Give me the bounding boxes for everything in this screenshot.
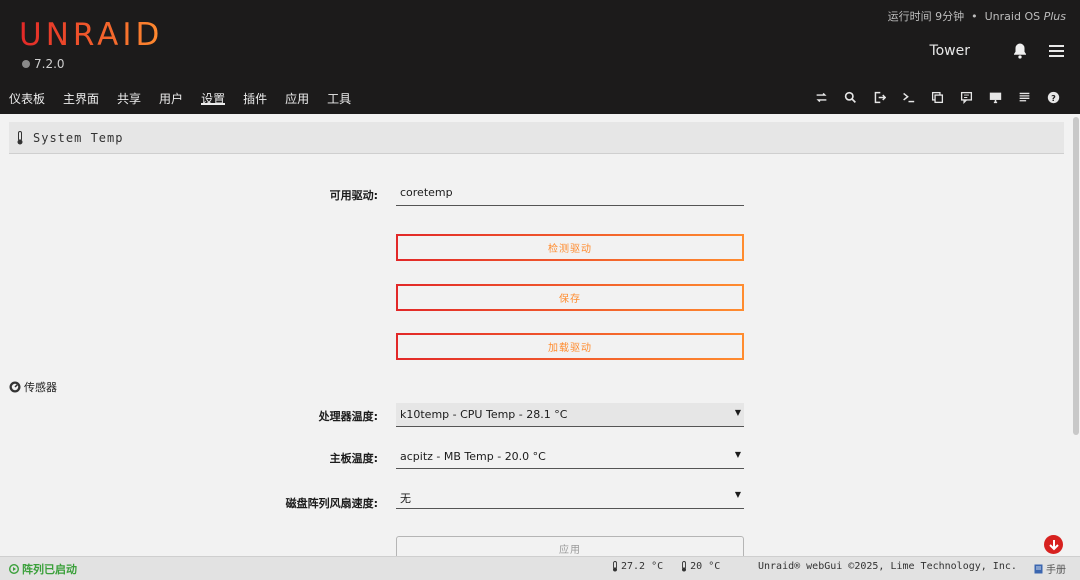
book-icon <box>1034 564 1043 573</box>
nav-shares[interactable]: 共享 <box>117 84 141 114</box>
nav-settings[interactable]: 设置 <box>201 84 226 106</box>
sensors-section: 传感器 <box>9 379 57 395</box>
copyright: Unraid® webGui ©2025, Lime Technology, I… <box>758 561 1017 572</box>
mb-temp-readout: 20 °C <box>681 561 720 572</box>
thermometer-icon <box>682 561 687 572</box>
scrollbar-thumb[interactable] <box>1073 117 1079 435</box>
array-status: 阵列已启动 <box>9 561 77 577</box>
nav-dashboard[interactable]: 仪表板 <box>9 84 45 114</box>
cpu-temp-value: k10temp - CPU Temp - 28.1 °C <box>400 408 568 421</box>
cpu-temp-select[interactable]: k10temp - CPU Temp - 28.1 °C ▼ <box>396 403 744 427</box>
help-icon[interactable]: ? <box>1039 89 1068 105</box>
save-button[interactable]: 保存 <box>396 284 744 311</box>
manual-link[interactable]: 手册 <box>1034 561 1066 576</box>
bell-icon[interactable] <box>1011 42 1029 60</box>
footer: 阵列已启动 27.2 °C 20 °C Unraid® webGui ©2025… <box>0 556 1080 580</box>
page-title-bar: System Temp <box>9 122 1064 154</box>
thermometer-icon <box>17 130 23 144</box>
mb-temp-value: acpitz - MB Temp - 20.0 °C <box>400 450 546 463</box>
cpu-temp-label: 处理器温度: <box>318 410 378 423</box>
chevron-down-icon: ▼ <box>734 450 741 459</box>
fan-speed-value: 无 <box>400 492 411 505</box>
driver-label: 可用驱动: <box>329 189 378 202</box>
uptime: 运行时间 9分钟 • Unraid OS Plus <box>887 10 1066 23</box>
array-status-label: 阵列已启动 <box>22 562 77 576</box>
nav-tools[interactable]: 工具 <box>327 84 351 114</box>
nav-plugins[interactable]: 插件 <box>243 84 267 114</box>
mb-temp-select[interactable]: acpitz - MB Temp - 20.0 °C ▼ <box>396 445 744 469</box>
header: UNRAID 7.2.0 运行时间 9分钟 • Unraid OS Plus T… <box>0 0 1080 114</box>
nav-main[interactable]: 主界面 <box>63 84 99 114</box>
fan-speed-select[interactable]: 无 ▼ <box>396 485 744 509</box>
version: 7.2.0 <box>22 57 65 71</box>
page-title: System Temp <box>33 130 124 145</box>
thermometer-icon <box>613 561 617 572</box>
scroll-down-icon[interactable] <box>1044 535 1063 554</box>
unraid-logo[interactable]: UNRAID <box>19 17 163 53</box>
logout-icon[interactable] <box>865 89 894 105</box>
chat-icon[interactable] <box>952 89 981 105</box>
chevron-down-icon: ▼ <box>734 408 741 417</box>
svg-text:?: ? <box>1051 92 1056 102</box>
copy-icon[interactable] <box>923 89 952 105</box>
fan-speed-label: 磁盘阵列风扇速度: <box>285 497 378 510</box>
detect-driver-button[interactable]: 检测驱动 <box>396 234 744 261</box>
sensors-section-label: 传感器 <box>24 381 57 394</box>
menu-icon[interactable] <box>1049 45 1064 57</box>
cpu-temp-readout: 27.2 °C <box>612 561 663 572</box>
chevron-down-icon: ▼ <box>734 490 741 499</box>
uptime-text: 运行时间 9分钟 <box>887 10 965 23</box>
version-label: 7.2.0 <box>34 57 65 71</box>
mb-temp-label: 主板温度: <box>329 452 378 465</box>
server-name[interactable]: Tower <box>929 43 970 59</box>
footer-temps: 27.2 °C 20 °C <box>612 561 720 572</box>
nav-users[interactable]: 用户 <box>159 84 183 114</box>
gauge-icon <box>9 381 21 393</box>
search-icon[interactable] <box>836 89 865 105</box>
toolbar: ? <box>807 89 1068 105</box>
terminal-icon[interactable] <box>894 89 923 105</box>
log-icon[interactable] <box>1010 89 1039 105</box>
monitor-icon[interactable] <box>981 89 1010 105</box>
version-dot-icon <box>22 60 30 68</box>
nav-apps[interactable]: 应用 <box>285 84 309 114</box>
main-nav: 仪表板 主界面 共享 用户 设置 插件 应用 工具 <box>0 84 360 114</box>
os-plus: Plus <box>1043 10 1066 23</box>
play-icon <box>9 563 19 574</box>
os-label: Unraid OS <box>984 10 1041 23</box>
driver-field[interactable]: coretemp <box>396 181 744 206</box>
load-driver-button[interactable]: 加载驱动 <box>396 333 744 360</box>
switch-icon[interactable] <box>807 89 836 105</box>
